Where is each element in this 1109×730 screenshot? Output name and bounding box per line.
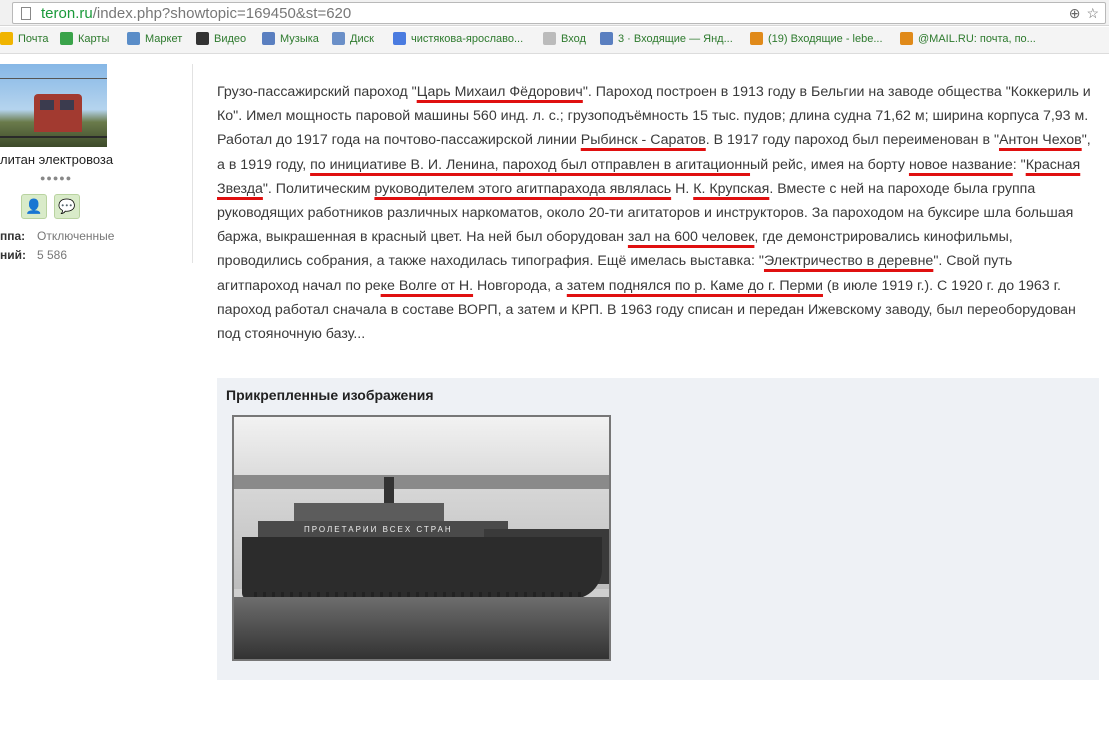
post-text: ый рейс, имея на борту <box>750 156 909 173</box>
bookmark-label: Вход <box>561 32 586 45</box>
attached-photo[interactable]: ПРОЛЕТАРИИ ВСЕХ СТРАН <box>232 415 611 661</box>
url-path: /index.php?showtopic=169450&st=620 <box>92 5 352 22</box>
disk-icon <box>332 32 345 45</box>
message-icon: 💬 <box>58 198 76 214</box>
rank-pips: ●●●●● <box>40 173 73 183</box>
url-text[interactable]: teron.ru/index.php?showtopic=169450&st=6… <box>41 5 351 22</box>
bookmark-label: Маркет <box>145 32 183 45</box>
bookmark-label: Почта <box>18 32 49 45</box>
underlined-phrase: новое название <box>908 156 1013 173</box>
profile-button[interactable]: 👤 <box>21 194 47 219</box>
attachments-panel: Прикрепленные изображения ПРОЛЕТАРИИ ВСЕ… <box>217 378 1099 680</box>
page-icon <box>543 32 556 45</box>
address-icons: ⊕ ☆ <box>1063 5 1099 22</box>
underlined-phrase: затем поднялся по р. Каме до г. Перми <box>566 277 823 294</box>
page-icon <box>21 7 31 20</box>
post-text: : " <box>1012 156 1026 173</box>
group-label: ппа: <box>0 229 26 243</box>
bookmark-label: Диск <box>350 32 374 45</box>
post-body: Грузо-пассажирский пароход "Царь Михаил … <box>217 80 1097 346</box>
underlined-phrase: Антон Чехов <box>998 132 1082 149</box>
bookmark-label: (19) Входящие - lebe... <box>768 32 883 45</box>
underlined-phrase: по инициативе В. И. Ленина, пароход был … <box>310 156 751 173</box>
address-bar: teron.ru/index.php?showtopic=169450&st=6… <box>0 0 1109 26</box>
group-value: Отключенные <box>37 229 115 243</box>
bookmark-item[interactable]: @MAIL.RU: почта, по... <box>900 32 1036 45</box>
bookmark-item[interactable]: чистякова-ярославо... <box>393 32 523 45</box>
underlined-phrase: Царь Михаил Фёдорович <box>416 84 583 100</box>
bookmark-label: чистякова-ярославо... <box>411 32 524 45</box>
bookmark-item[interactable]: Диск <box>332 32 374 45</box>
post-text: Грузо-пассажирский пароход " <box>217 84 417 100</box>
photo-banner: ПРОЛЕТАРИИ ВСЕХ СТРАН <box>304 525 453 534</box>
post-text: Новгорода, а <box>473 277 567 294</box>
zoom-icon[interactable]: ⊕ <box>1069 5 1081 21</box>
message-button[interactable]: 💬 <box>54 194 80 219</box>
at-icon <box>750 32 763 45</box>
posts-value: 5 586 <box>37 248 68 262</box>
maps-icon <box>60 32 73 45</box>
bookmark-item[interactable]: Почта <box>0 32 49 45</box>
user-icon: 👤 <box>25 198 43 214</box>
bookmark-item[interactable]: (19) Входящие - lebe... <box>750 32 883 45</box>
underlined-phrase: Рыбинск - Саратов <box>580 132 706 149</box>
mail-icon <box>0 32 13 45</box>
mail-icon <box>600 32 613 45</box>
post-text: ". Политическим <box>262 180 375 197</box>
bookmark-item[interactable]: Вход <box>543 32 586 45</box>
url-host: teron.ru <box>41 5 93 22</box>
music-icon <box>262 32 275 45</box>
user-rank: литан электровоза <box>0 152 114 167</box>
underlined-phrase: зал на 600 человек <box>627 229 755 246</box>
bookmark-item[interactable]: Маркет <box>127 32 182 45</box>
posts-label: ний: <box>0 248 26 262</box>
bookmarks-bar: Почта Карты Маркет Видео Музыка Диск чистякова… <box>0 27 1109 54</box>
attachments-title: Прикрепленные изображения <box>226 387 434 403</box>
bookmark-label: Видео <box>214 32 247 45</box>
video-icon <box>196 32 209 45</box>
bookmark-item[interactable]: Музыка <box>262 32 319 45</box>
star-icon[interactable]: ☆ <box>1086 5 1099 21</box>
underlined-phrase: К. Крупская <box>693 180 770 197</box>
avatar[interactable] <box>0 64 107 147</box>
underlined-phrase: Электричество в деревне <box>763 253 934 270</box>
at-icon <box>900 32 913 45</box>
google-icon <box>393 32 406 45</box>
post-text: . В 1917 году пароход был переименован в… <box>705 132 999 149</box>
market-icon <box>127 32 140 45</box>
post-text: Н. <box>671 180 694 197</box>
column-divider <box>192 64 193 263</box>
bookmark-label: Музыка <box>280 32 319 45</box>
bookmark-item[interactable]: Видео <box>196 32 246 45</box>
bookmark-item[interactable]: Карты <box>60 32 109 45</box>
bookmark-item[interactable]: 3 · Входящие — Янд... <box>600 32 733 45</box>
bookmark-label: 3 · Входящие — Янд... <box>618 32 733 45</box>
underlined-phrase: ке Волге от Н. <box>380 277 474 294</box>
url-field[interactable]: teron.ru/index.php?showtopic=169450&st=6… <box>12 2 1106 24</box>
underlined-phrase: руководителем этого агитпарахода являлас… <box>374 180 672 197</box>
bookmark-label: @MAIL.RU: почта, по... <box>918 32 1036 45</box>
bookmark-label: Карты <box>78 32 110 45</box>
